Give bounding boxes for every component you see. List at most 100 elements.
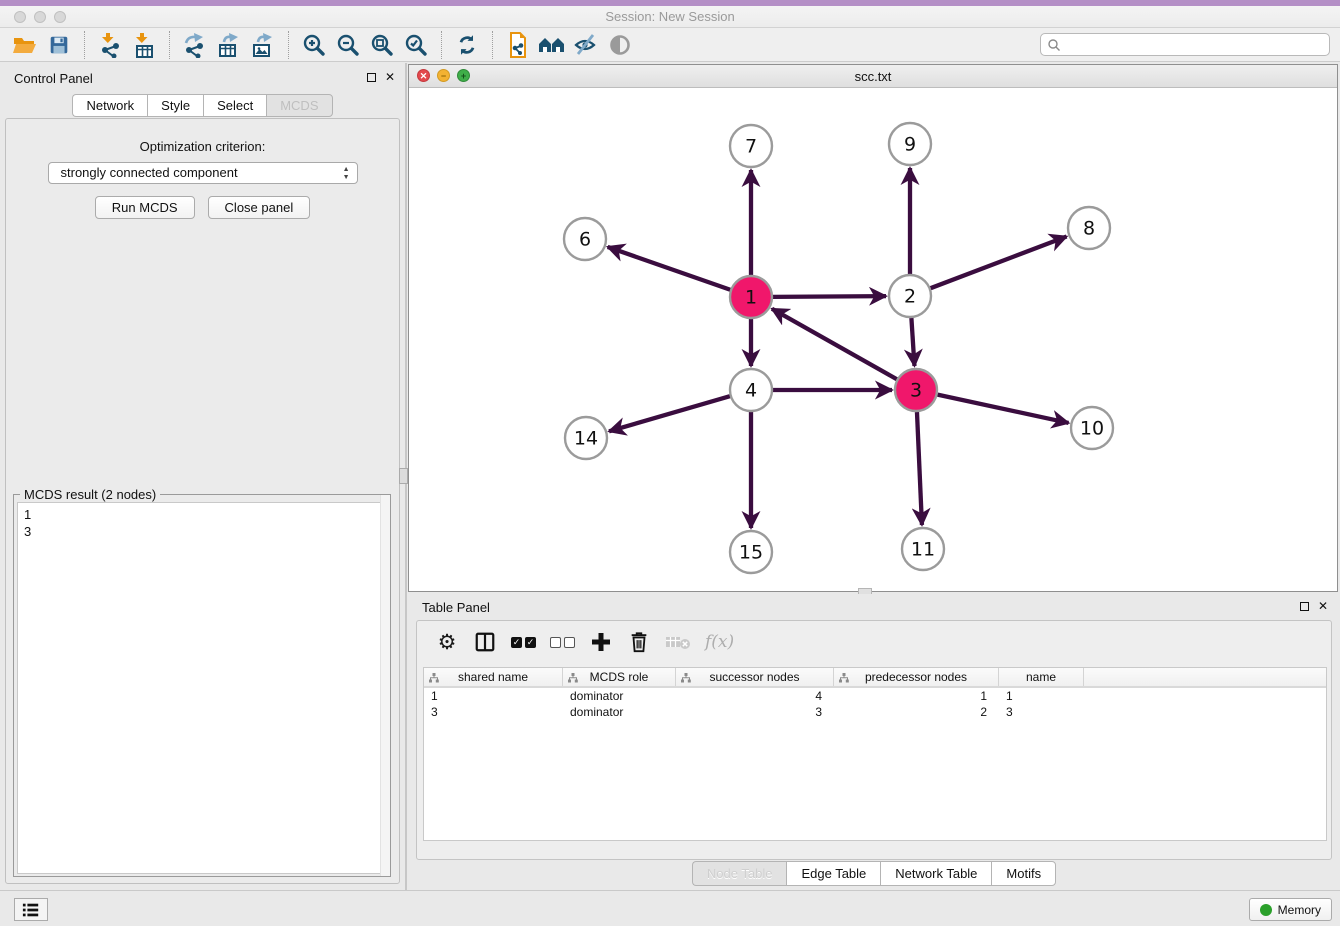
memory-button[interactable]: Memory xyxy=(1249,898,1332,921)
tree-icon xyxy=(839,673,849,683)
graph-node-2[interactable]: 2 xyxy=(889,275,931,317)
graph-edge-2-8[interactable] xyxy=(931,237,1067,289)
mcds-result-textarea[interactable]: 1 3 xyxy=(17,502,389,874)
table-cell[interactable]: dominator xyxy=(563,688,676,704)
svg-text:9: 9 xyxy=(904,134,916,156)
graph-node-6[interactable]: 6 xyxy=(564,218,606,260)
zoom-fit-icon[interactable] xyxy=(365,30,399,60)
column-header-mcds-role[interactable]: MCDS role xyxy=(563,668,676,686)
split-pane-icon[interactable] xyxy=(473,628,497,656)
first-neighbors-icon[interactable] xyxy=(535,30,569,60)
table-toolbar: ⚙ ✓✓ f(x) xyxy=(417,621,1331,663)
table-row[interactable]: 1dominator411 xyxy=(424,688,1326,704)
network-window-titlebar[interactable]: ✕ − + scc.txt xyxy=(409,65,1337,88)
tab-style[interactable]: Style xyxy=(147,94,203,117)
tab-network[interactable]: Network xyxy=(72,94,147,117)
column-header-successor-nodes[interactable]: successor nodes xyxy=(676,668,834,686)
table-cell[interactable]: dominator xyxy=(563,704,676,720)
table-cell[interactable]: 3 xyxy=(999,704,1084,720)
save-session-icon[interactable] xyxy=(42,30,76,60)
graph-edge-2-3[interactable] xyxy=(911,318,914,366)
table-cell[interactable]: 1 xyxy=(424,688,563,704)
graph-node-14[interactable]: 14 xyxy=(565,417,607,459)
show-all-icon[interactable] xyxy=(603,30,637,60)
table-cell[interactable]: 3 xyxy=(424,704,563,720)
add-column-icon[interactable] xyxy=(589,628,613,656)
graph-edge-1-6[interactable] xyxy=(608,247,731,290)
column-header-predecessor-nodes[interactable]: predecessor nodes xyxy=(834,668,999,686)
criterion-select-value: strongly connected component xyxy=(61,165,238,180)
graph-edge-1-2[interactable] xyxy=(773,296,886,297)
graph-edge-4-14[interactable] xyxy=(609,396,730,431)
select-all-icon[interactable]: ✓✓ xyxy=(511,628,536,656)
table-cell[interactable]: 2 xyxy=(834,704,999,720)
hide-selected-icon[interactable] xyxy=(569,30,603,60)
open-session-icon[interactable] xyxy=(8,30,42,60)
graph-node-15[interactable]: 15 xyxy=(730,531,772,573)
import-network-icon[interactable] xyxy=(93,30,127,60)
function-builder-icon: f(x) xyxy=(705,628,734,656)
graph-edge-3-1[interactable] xyxy=(772,309,897,379)
table-panel-title: Table Panel xyxy=(422,600,490,615)
toolbar-separator xyxy=(169,31,170,59)
panel-splitter-grip[interactable] xyxy=(399,468,408,484)
column-header-name[interactable]: name xyxy=(999,668,1084,686)
window-title: Session: New Session xyxy=(0,9,1340,24)
close-panel-button[interactable]: Close panel xyxy=(208,196,311,219)
svg-text:10: 10 xyxy=(1080,418,1104,440)
network-canvas[interactable]: 7 9 6 8 1 2 4 3 14 10 15 11 xyxy=(409,88,1337,591)
graph-node-9[interactable]: 9 xyxy=(889,123,931,165)
import-table-icon[interactable] xyxy=(127,30,161,60)
search-icon xyxy=(1047,38,1061,52)
apply-layout-icon[interactable] xyxy=(450,30,484,60)
deselect-all-icon[interactable] xyxy=(550,628,575,656)
zoom-in-icon[interactable] xyxy=(297,30,331,60)
tab-node-table[interactable]: Node Table xyxy=(692,861,787,886)
table-cell[interactable]: 1 xyxy=(834,688,999,704)
tab-mcds[interactable]: MCDS xyxy=(266,94,332,117)
graph-node-1[interactable]: 1 xyxy=(730,276,772,318)
graph-edge-3-11[interactable] xyxy=(917,412,922,525)
control-panel-title: Control Panel xyxy=(14,71,93,86)
export-network-icon[interactable] xyxy=(178,30,212,60)
graph-node-4[interactable]: 4 xyxy=(730,369,772,411)
result-scrollbar[interactable] xyxy=(380,495,390,876)
column-header-shared-name[interactable]: shared name xyxy=(424,668,563,686)
svg-text:3: 3 xyxy=(910,380,922,402)
search-input[interactable] xyxy=(1061,36,1329,54)
graph-node-10[interactable]: 10 xyxy=(1071,407,1113,449)
delete-column-icon[interactable] xyxy=(627,628,651,656)
graph-edge-3-10[interactable] xyxy=(938,395,1069,423)
export-image-icon[interactable] xyxy=(246,30,280,60)
graph-node-3[interactable]: 3 xyxy=(895,369,937,411)
table-row[interactable]: 3dominator323 xyxy=(424,704,1326,720)
float-table-panel-icon[interactable] xyxy=(1300,602,1309,611)
search-field[interactable] xyxy=(1040,33,1330,56)
tab-network-table[interactable]: Network Table xyxy=(880,861,991,886)
export-table-icon[interactable] xyxy=(212,30,246,60)
criterion-select[interactable]: strongly connected component ▲▼ xyxy=(48,162,358,184)
run-mcds-button[interactable]: Run MCDS xyxy=(95,196,195,219)
graph-node-8[interactable]: 8 xyxy=(1068,207,1110,249)
toolbar-separator xyxy=(84,31,85,59)
svg-text:4: 4 xyxy=(745,380,757,402)
svg-text:6: 6 xyxy=(579,229,591,251)
zoom-selected-icon[interactable] xyxy=(399,30,433,60)
tab-select[interactable]: Select xyxy=(203,94,266,117)
close-table-panel-icon[interactable]: ✕ xyxy=(1318,600,1328,612)
float-panel-icon[interactable] xyxy=(367,73,376,82)
close-panel-icon[interactable]: ✕ xyxy=(385,71,395,83)
tab-motifs[interactable]: Motifs xyxy=(991,861,1056,886)
task-history-button[interactable] xyxy=(14,898,48,921)
memory-status-icon xyxy=(1260,904,1272,916)
graph-node-11[interactable]: 11 xyxy=(902,528,944,570)
delete-table-icon xyxy=(665,628,691,656)
table-cell[interactable]: 4 xyxy=(676,688,834,704)
graph-node-7[interactable]: 7 xyxy=(730,125,772,167)
table-cell[interactable]: 3 xyxy=(676,704,834,720)
table-cell[interactable]: 1 xyxy=(999,688,1084,704)
tab-edge-table[interactable]: Edge Table xyxy=(786,861,880,886)
zoom-out-icon[interactable] xyxy=(331,30,365,60)
gear-icon[interactable]: ⚙ xyxy=(435,628,459,656)
duplicate-network-icon[interactable] xyxy=(501,30,535,60)
